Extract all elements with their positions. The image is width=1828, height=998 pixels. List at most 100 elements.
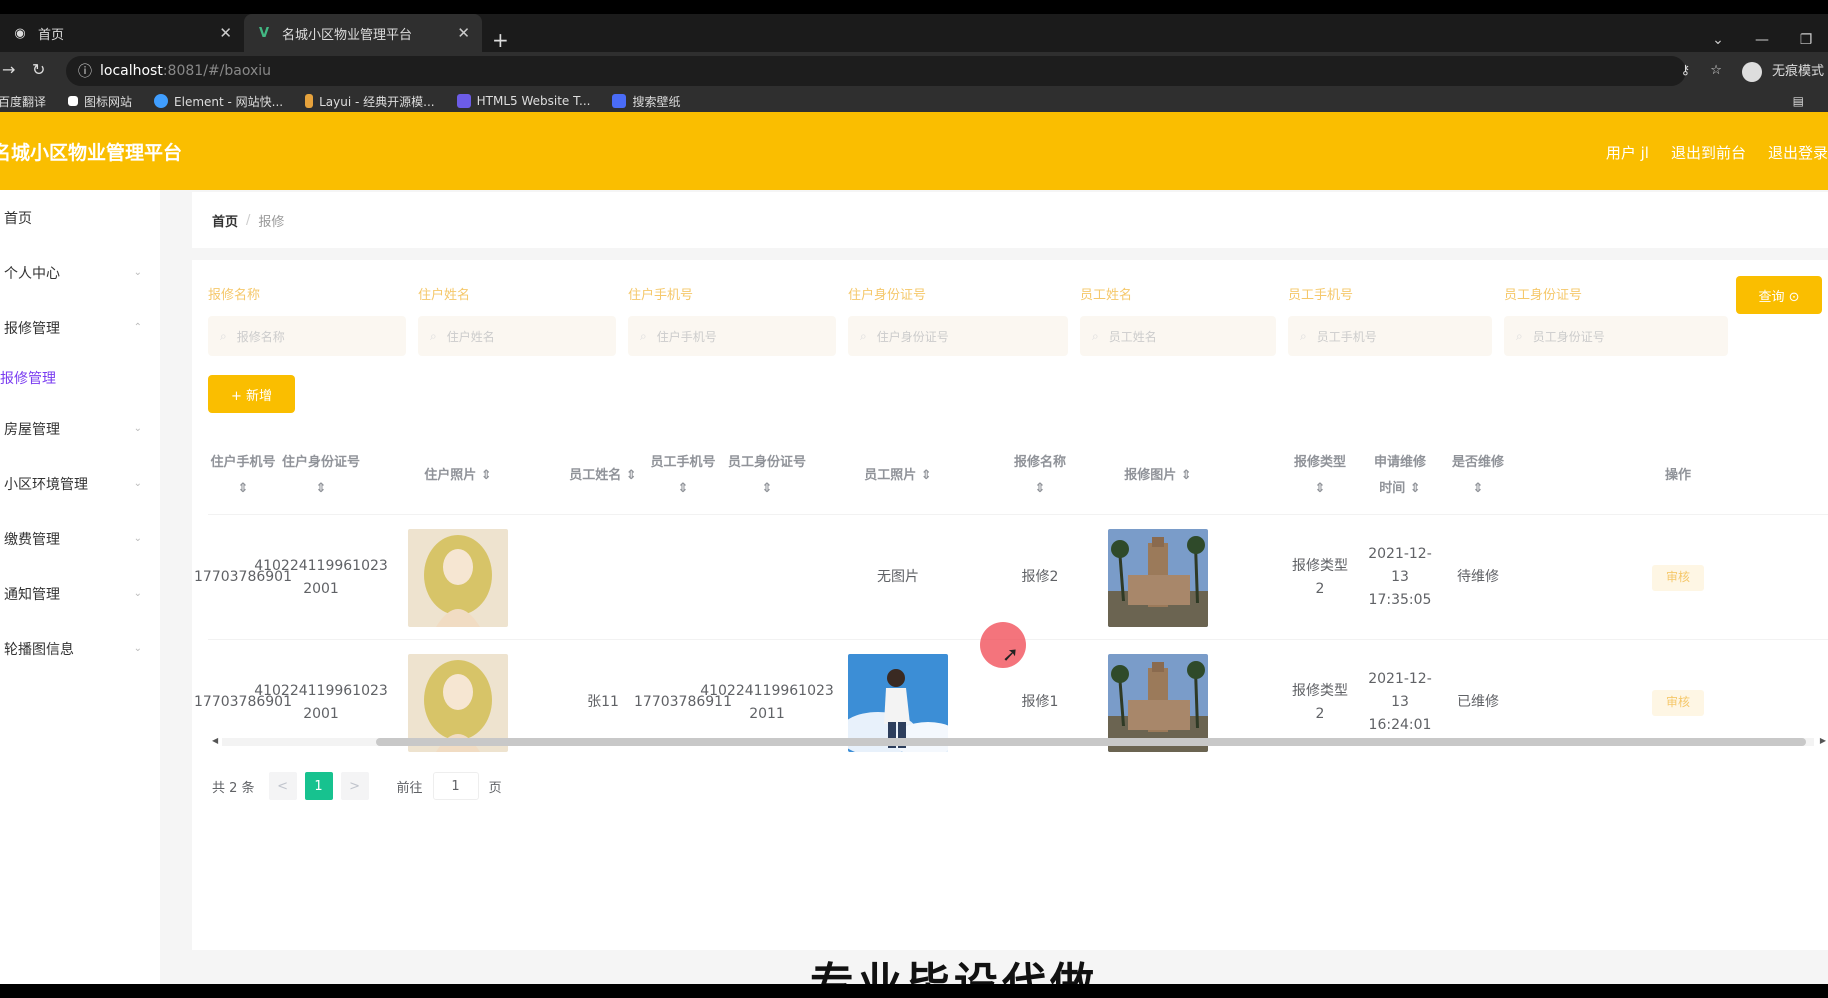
filter-label: 员工姓名 — [1080, 288, 1133, 303]
bookmark-item[interactable]: Layui - 经典开源模... — [305, 93, 435, 110]
web-page: 名城小区物业管理平台 用户 jl 退出到前台 退出登录 首页 个人中心 ⌄ 报修… — [0, 112, 1828, 984]
column-header-resident-photo[interactable]: 住户照片 ⇕ — [388, 438, 528, 514]
chevron-down-icon: ⌄ — [133, 267, 142, 278]
cell-is-repaired: 待维修 — [1457, 569, 1499, 585]
layui-icon — [305, 94, 314, 108]
review-button[interactable]: 审核 — [1652, 689, 1704, 716]
goto-label: 前往 — [396, 780, 423, 796]
user-label: 用户 jl — [1605, 144, 1649, 162]
filter-resident-phone-input[interactable]: ⌕ 住户手机号 — [628, 316, 836, 356]
scroll-left-icon[interactable]: ◀ — [212, 736, 218, 745]
cell-resident-id: 410224119961023 2001 — [254, 557, 388, 597]
browser-tabbar: ◉ 首页 ✕ V 名城小区物业管理平台 ✕ + ⌄ — ❐ — [0, 14, 1828, 52]
chevron-down-icon[interactable]: ⌄ — [1696, 28, 1740, 52]
sidebar-subitem-repair[interactable]: 报修管理 — [0, 355, 160, 401]
review-button[interactable]: 审核 — [1652, 564, 1704, 591]
filter-employee-name-input[interactable]: ⌕ 员工姓名 — [1080, 316, 1276, 356]
cell-employee-id: 410224119961023 2011 — [700, 682, 834, 722]
new-tab-icon[interactable]: + — [492, 28, 509, 52]
logout-link[interactable]: 退出登录 — [1768, 142, 1828, 163]
cell-employee-photo — [828, 640, 968, 765]
query-button[interactable]: 查询 ⊙ — [1736, 276, 1822, 314]
app-header: 名城小区物业管理平台 用户 jl 退出到前台 退出登录 — [0, 112, 1828, 190]
prev-page-button[interactable]: < — [268, 772, 297, 800]
close-icon[interactable]: ✕ — [219, 24, 232, 42]
filter-employee-phone-input[interactable]: ⌕ 员工手机号 — [1288, 316, 1492, 356]
column-header-resident-id[interactable]: 住户身份证号 ⇕ — [282, 438, 360, 514]
filter-label: 住户身份证号 — [848, 288, 927, 303]
chevron-down-icon: ⌄ — [133, 588, 142, 599]
star-icon[interactable]: ☆ — [1710, 63, 1722, 78]
breadcrumb-home[interactable]: 首页 — [212, 211, 238, 230]
reading-list-icon[interactable]: ▤ — [1793, 94, 1804, 108]
site-title: 名城小区物业管理平台 — [0, 142, 183, 164]
filter-resident-name-input[interactable]: ⌕ 住户姓名 — [418, 316, 616, 356]
element-icon — [154, 94, 169, 108]
search-icon: ⌕ — [430, 328, 437, 343]
bookmark-item[interactable]: 图标网站 — [68, 93, 132, 110]
scroll-right-icon[interactable]: ▶ — [1820, 736, 1826, 745]
input-placeholder: 住户身份证号 — [876, 329, 949, 344]
filter-employee-id-input[interactable]: ⌕ 员工身份证号 — [1504, 316, 1728, 356]
column-header-is-repaired[interactable]: 是否维修 ⇕ — [1446, 438, 1510, 514]
sidebar-item-label: 轮播图信息 — [4, 641, 74, 658]
scrollbar-thumb[interactable] — [376, 738, 1806, 746]
column-header-employee-phone[interactable]: 员工手机号 ⇕ — [648, 438, 718, 514]
add-button[interactable]: + 新增 — [208, 375, 295, 413]
filter-resident-id-input[interactable]: ⌕ 住户身份证号 — [848, 316, 1068, 356]
sidebar-item-label: 房屋管理 — [4, 421, 60, 438]
browser-tab-active[interactable]: V 名城小区物业管理平台 ✕ — [244, 14, 482, 52]
restore-icon[interactable]: ❐ — [1784, 28, 1828, 52]
cell-resident-photo — [388, 640, 528, 765]
column-header-repair-image[interactable]: 报修图片 ⇕ — [1088, 438, 1228, 514]
bookmark-label: 百度翻译 — [0, 94, 47, 109]
bookmark-item[interactable]: 百度翻译 — [0, 93, 46, 110]
exit-to-frontend-link[interactable]: 退出到前台 — [1671, 142, 1746, 163]
horizontal-scrollbar[interactable]: ◀ ▶ — [208, 736, 1828, 746]
avatar — [1741, 61, 1762, 82]
profile-button[interactable]: 无痕模式 — [1741, 60, 1824, 82]
sidebar-item-environment-management[interactable]: 小区环境管理 ⌄ — [0, 456, 160, 511]
column-header-repair-name[interactable]: 报修名称 ⇕ — [1008, 438, 1072, 514]
input-placeholder: 员工姓名 — [1108, 329, 1157, 344]
url-field[interactable]: ⓘ localhost :8081/#/baoxiu — [66, 56, 1686, 86]
column-header-employee-id[interactable]: 员工身份证号 ⇕ — [728, 438, 806, 514]
column-header-apply-time[interactable]: 申请维修时间 ⇕ — [1368, 438, 1432, 514]
close-icon[interactable]: ✕ — [457, 24, 470, 42]
filter-label: 员工手机号 — [1288, 288, 1354, 303]
chevron-down-icon: ⌄ — [133, 533, 142, 544]
next-page-button[interactable]: > — [340, 772, 369, 800]
sidebar-item-repair-management[interactable]: 报修管理 ⌃ — [0, 300, 160, 355]
cell-resident-photo — [388, 515, 528, 640]
reload-icon[interactable]: ↻ — [32, 60, 45, 79]
sidebar-item-home[interactable]: 首页 — [0, 190, 160, 245]
sidebar-item-notice-management[interactable]: 通知管理 ⌄ — [0, 566, 160, 621]
forward-icon[interactable]: → — [2, 60, 15, 79]
page-number-button[interactable]: 1 — [304, 772, 333, 800]
sidebar-item-payment-management[interactable]: 缴费管理 ⌄ — [0, 511, 160, 566]
bookmark-item[interactable]: Element - 网站快... — [154, 93, 283, 110]
cell-employee-name: 张11 — [587, 694, 619, 710]
search-icon: ⌕ — [220, 328, 227, 343]
search-icon: ⌕ — [1092, 328, 1099, 343]
column-header-employee-name[interactable]: 员工姓名 ⇕ — [568, 438, 638, 514]
key-icon[interactable]: ⚷ — [1681, 63, 1691, 78]
search-icon: ⌕ — [860, 328, 867, 343]
cell-is-repaired: 已维修 — [1457, 694, 1499, 710]
resident-photo[interactable] — [408, 528, 508, 627]
column-header-resident-phone[interactable]: 住户手机号 ⇕ — [208, 438, 278, 514]
filter-repair-name-input[interactable]: ⌕ 报修名称 — [208, 316, 406, 356]
repair-image[interactable] — [1108, 528, 1208, 627]
html5-icon — [456, 94, 471, 108]
cell-repair-image — [1088, 640, 1228, 765]
sidebar-item-carousel[interactable]: 轮播图信息 ⌄ — [0, 621, 160, 676]
bookmark-item[interactable]: 搜索壁纸 — [612, 93, 680, 110]
browser-tab-home[interactable]: ◉ 首页 ✕ — [0, 14, 244, 52]
goto-page-input[interactable]: 1 — [432, 772, 479, 800]
sidebar-item-house-management[interactable]: 房屋管理 ⌄ — [0, 401, 160, 456]
column-header-employee-photo[interactable]: 员工照片 ⇕ — [828, 438, 968, 514]
bookmark-item[interactable]: HTML5 Website T... — [456, 94, 590, 108]
column-header-repair-type[interactable]: 报修类型 ⇕ — [1288, 438, 1352, 514]
minimize-icon[interactable]: — — [1740, 28, 1784, 52]
sidebar-item-personal-center[interactable]: 个人中心 ⌄ — [0, 245, 160, 300]
